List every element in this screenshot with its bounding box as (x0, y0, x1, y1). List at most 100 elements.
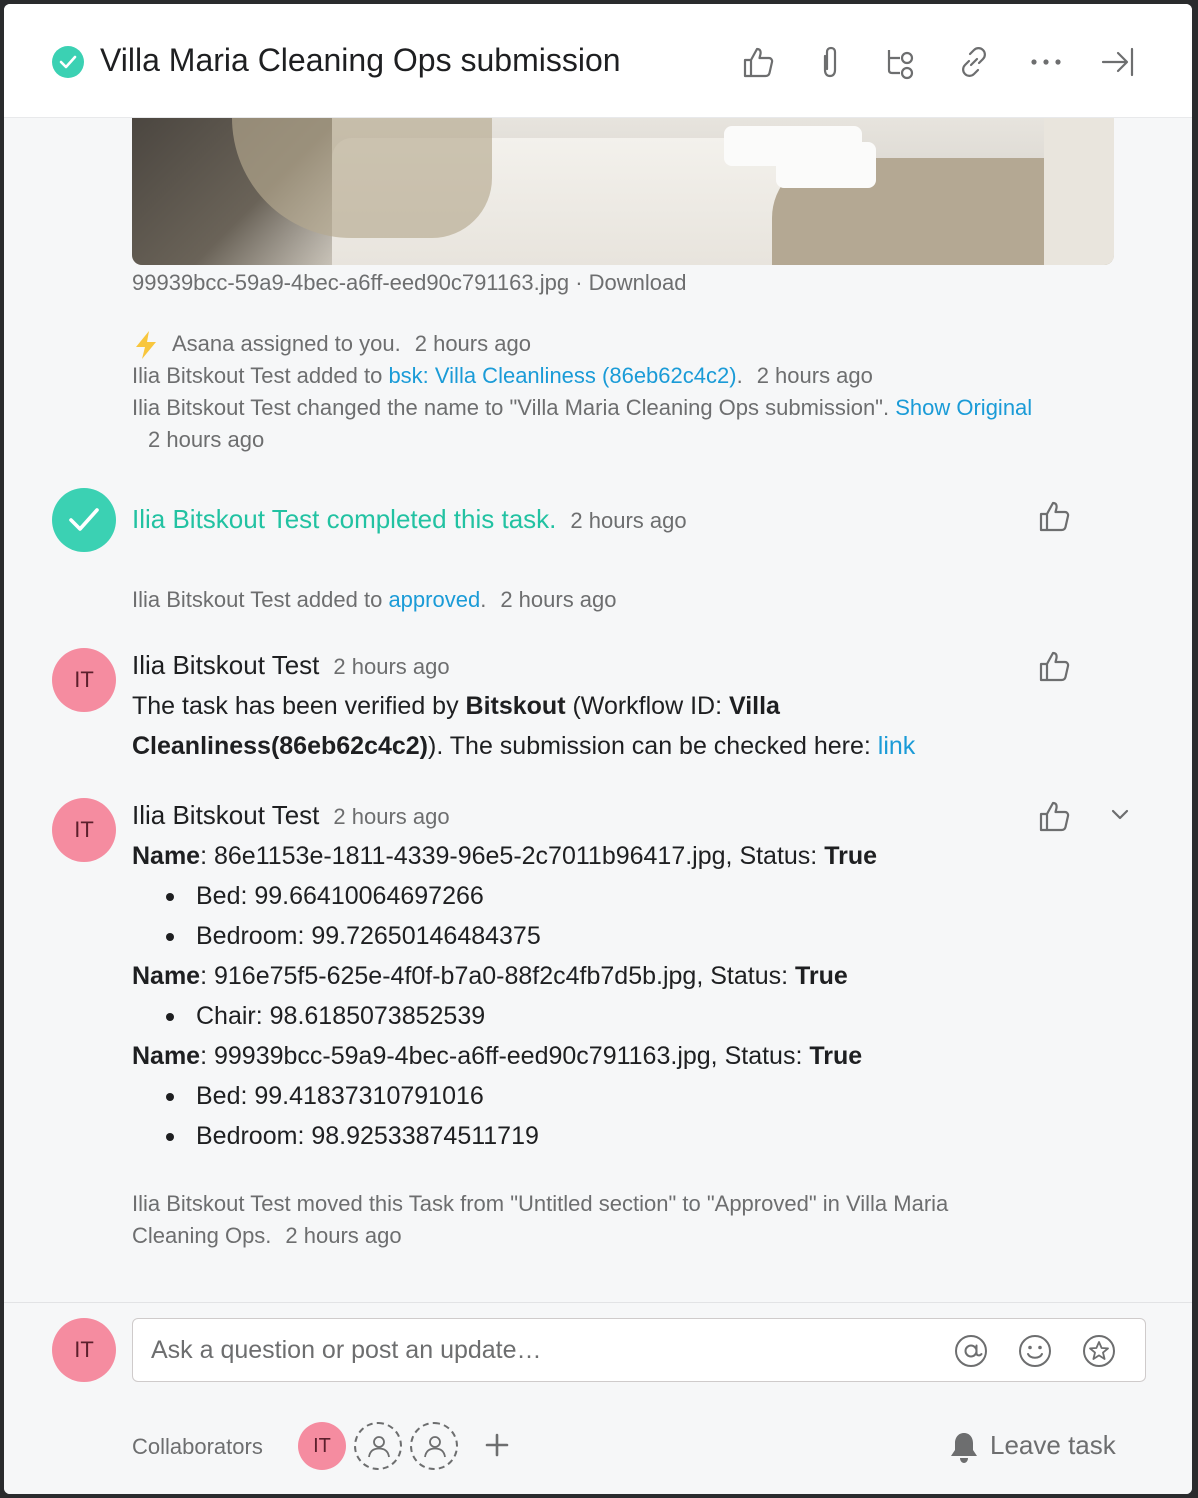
comment-header: Ilia Bitskout Test 2 hours ago (132, 650, 450, 681)
comment-timestamp: 2 hours ago (333, 654, 450, 679)
story-added-project: Ilia Bitskout Test added to bsk: Villa C… (132, 360, 873, 392)
story-text: Cleaning Ops. (132, 1223, 272, 1248)
star-icon[interactable] (1081, 1333, 1117, 1369)
comment-text: (Workflow ID: (565, 692, 729, 720)
story-actor[interactable]: Ilia Bitskout Test (132, 395, 291, 420)
attachment-image[interactable] (132, 118, 1114, 265)
result-file: : 916e75f5-625e-4f0f-b7a0-88f2c4fb7d5b.j… (200, 962, 711, 990)
story-text: moved this Task from "Untitled section" … (290, 1191, 949, 1216)
completed-text: Ilia Bitskout Test completed this task. (132, 504, 557, 534)
status-label: Status: (739, 842, 818, 870)
comment-header: Ilia Bitskout Test 2 hours ago (132, 800, 450, 831)
show-original-link[interactable]: Show Original (895, 395, 1032, 420)
story-timestamp: 2 hours ago (570, 508, 687, 533)
avatar[interactable]: IT (52, 1318, 116, 1382)
story-timestamp: 2 hours ago (414, 331, 531, 356)
comment-body: The task has been verified by Bitskout (… (132, 686, 1032, 766)
leave-task-label: Leave task (990, 1430, 1116, 1460)
result-status: True (809, 1042, 863, 1070)
like-icon[interactable] (1036, 798, 1072, 834)
list-item: Bed: 99.41837310791016 (132, 1076, 1032, 1116)
collaborator-avatar[interactable]: IT (298, 1422, 346, 1470)
mention-icon[interactable] (953, 1333, 989, 1369)
story-text: assigned to you. (234, 331, 401, 356)
result-line: Name: 86e1153e-1811-4339-96e5-2c7011b964… (132, 836, 1032, 876)
bell-icon (951, 1433, 977, 1463)
list-item: Bed: 99.66410064697266 (132, 876, 1032, 916)
story-renamed: Ilia Bitskout Test changed the name to "… (132, 392, 1032, 424)
story-timestamp: 2 hours ago (148, 427, 265, 452)
add-collaborator-icon[interactable] (482, 1430, 512, 1460)
task-header: Villa Maria Cleaning Ops submission (4, 4, 1192, 118)
comment-body: Name: 86e1153e-1811-4339-96e5-2c7011b964… (132, 836, 1032, 1156)
comment-composer[interactable]: Ask a question or post an update… (132, 1318, 1146, 1382)
status-label: Status: (710, 962, 789, 990)
story-renamed-time: 2 hours ago (134, 424, 264, 456)
story-completed: Ilia Bitskout Test completed this task. 2… (132, 504, 687, 535)
image-region (1044, 118, 1114, 265)
emoji-icon[interactable] (1017, 1333, 1053, 1369)
list-item: Chair: 98.6185073852539 (132, 996, 1032, 1036)
task-pane: Villa Maria Cleaning Ops submission 9993… (4, 4, 1192, 1494)
result-file: : 99939bcc-59a9-4bec-a6ff-eed90c791163.j… (200, 1042, 725, 1070)
close-pane-icon[interactable] (1100, 44, 1136, 80)
name-label: Name (132, 1042, 201, 1070)
attachment-caption: 99939bcc-59a9-4bec-a6ff-eed90c791163.jpg… (132, 270, 687, 296)
story-text: changed the name to "Villa Maria Cleanin… (290, 395, 896, 420)
result-items: Bed: 99.41837310791016 Bedroom: 98.92533… (132, 1076, 1032, 1156)
completed-check-icon[interactable] (52, 46, 84, 78)
lightning-icon (132, 330, 160, 360)
comment-text: The task has been verified by (132, 692, 466, 720)
result-line: Name: 916e75f5-625e-4f0f-b7a0-88f2c4fb7d… (132, 956, 1032, 996)
result-items: Bed: 99.66410064697266 Bedroom: 99.72650… (132, 876, 1032, 956)
completed-check-icon (52, 488, 116, 552)
story-actor[interactable]: Asana (172, 331, 234, 356)
story-text-end: . (480, 587, 487, 612)
avatar[interactable]: IT (52, 798, 116, 862)
story-timestamp: 2 hours ago (500, 587, 617, 612)
result-status: True (795, 962, 848, 990)
story-timestamp: 2 hours ago (756, 363, 873, 388)
status-label: Status: (724, 1042, 803, 1070)
avatar[interactable]: IT (52, 648, 116, 712)
caption-separator: · (569, 270, 589, 295)
story-text-end: . (736, 363, 743, 388)
comment-author[interactable]: Ilia Bitskout Test (132, 650, 319, 680)
result-file: : 86e1153e-1811-4339-96e5-2c7011b96417.j… (200, 842, 740, 870)
submission-link[interactable]: link (878, 732, 916, 760)
comment-author[interactable]: Ilia Bitskout Test (132, 800, 319, 830)
like-icon[interactable] (740, 44, 776, 80)
story-actor[interactable]: Ilia Bitskout Test (132, 1191, 291, 1216)
collaborators-label: Collaborators (132, 1434, 263, 1459)
add-collaborator-placeholder[interactable] (354, 1422, 402, 1470)
like-icon[interactable] (1036, 648, 1072, 684)
story-actor[interactable]: Ilia Bitskout Test (132, 587, 291, 612)
chevron-down-icon[interactable] (1106, 800, 1134, 828)
result-items: Chair: 98.6185073852539 (132, 996, 1032, 1036)
leave-task-button[interactable]: Leave task (948, 1430, 1116, 1463)
add-collaborator-placeholder[interactable] (410, 1422, 458, 1470)
download-link[interactable]: Download (589, 270, 687, 295)
story-actor[interactable]: Ilia Bitskout Test (132, 363, 291, 388)
name-label: Name (132, 962, 201, 990)
link-icon[interactable] (956, 44, 992, 80)
story-moved-line2: Cleaning Ops. 2 hours ago (132, 1220, 402, 1252)
composer-placeholder[interactable]: Ask a question or post an update… (151, 1336, 542, 1365)
more-icon[interactable] (1028, 44, 1064, 80)
comment-text: ). The submission can be checked here: (428, 732, 878, 760)
attach-icon[interactable] (812, 44, 848, 80)
story-moved: Ilia Bitskout Test moved this Task from … (132, 1188, 948, 1220)
task-title[interactable]: Villa Maria Cleaning Ops submission (100, 42, 621, 79)
result-line: Name: 99939bcc-59a9-4bec-a6ff-eed90c7911… (132, 1036, 1032, 1076)
subtask-icon[interactable] (884, 44, 920, 80)
image-region (776, 142, 876, 188)
section-link[interactable]: approved (388, 587, 480, 612)
comment-bold: Bitskout (465, 692, 566, 720)
result-status: True (824, 842, 878, 870)
comment-timestamp: 2 hours ago (333, 804, 450, 829)
attachment-filename[interactable]: 99939bcc-59a9-4bec-a6ff-eed90c791163.jpg (132, 270, 569, 295)
like-icon[interactable] (1036, 498, 1072, 534)
project-link[interactable]: bsk: Villa Cleanliness (86eb62c4c2) (388, 363, 736, 388)
name-label: Name (132, 842, 201, 870)
list-item: Bedroom: 98.92533874511719 (132, 1116, 1032, 1156)
